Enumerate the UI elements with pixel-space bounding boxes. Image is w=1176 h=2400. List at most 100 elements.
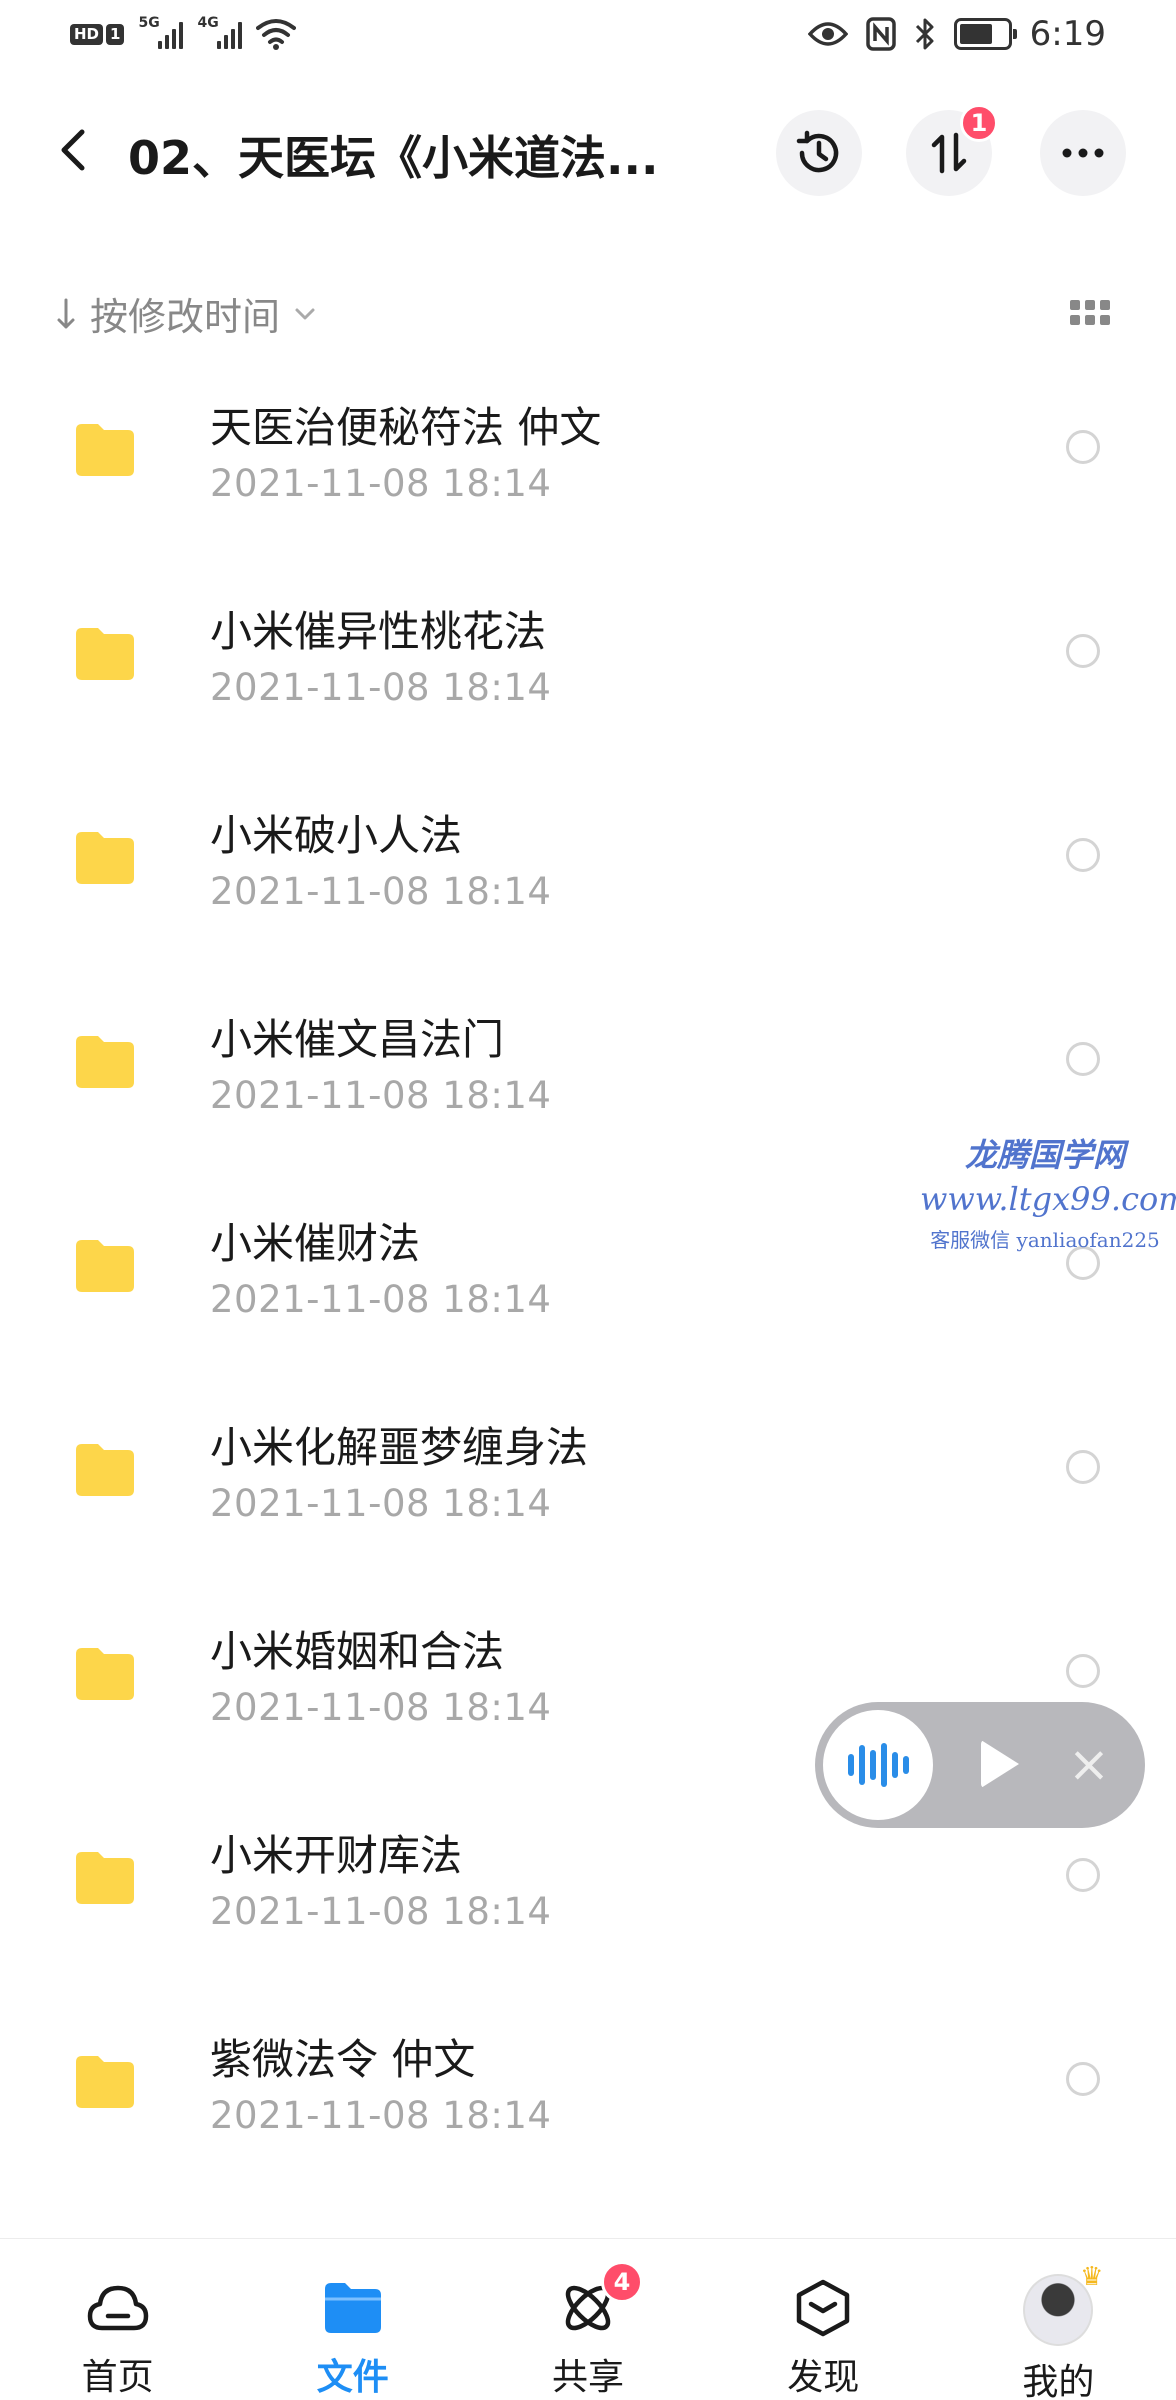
- sort-button[interactable]: 按修改时间: [56, 286, 316, 341]
- header: 02、天医坛《小米道法... 1: [0, 100, 1176, 205]
- chevron-down-icon: [295, 308, 315, 319]
- file-time: 2021-11-08 18:14: [210, 1686, 552, 1729]
- file-name: 小米婚姻和合法: [210, 1627, 505, 1676]
- select-checkbox[interactable]: [1066, 1450, 1100, 1484]
- watermark-site-name: 龙腾国学网: [964, 1136, 1125, 1174]
- file-name: 天医治便秘符法 仲文: [210, 403, 602, 452]
- select-checkbox[interactable]: [1066, 1858, 1100, 1892]
- select-checkbox[interactable]: [1066, 2062, 1100, 2096]
- transfer-button[interactable]: 1: [906, 104, 998, 196]
- eye-icon: [807, 22, 848, 46]
- transfer-badge: 1: [960, 104, 998, 142]
- cube-icon: [788, 2275, 858, 2340]
- avatar: ♛: [1023, 2262, 1103, 2346]
- bluetooth-icon: [915, 18, 934, 50]
- list-item[interactable]: 小米催异性桃花法 2021-11-08 18:14: [0, 578, 1176, 782]
- sort-bar: 按修改时间: [0, 280, 1176, 350]
- file-name: 小米化解噩梦缠身法: [210, 1423, 589, 1472]
- atom-share-icon: 4: [553, 2261, 643, 2340]
- nfc-icon: [865, 17, 896, 51]
- file-time: 2021-11-08 18:14: [210, 666, 552, 709]
- nav-files[interactable]: 文件: [235, 2239, 470, 2400]
- status-left: HD 1 5G 4G: [70, 15, 297, 50]
- chevron-left-icon: [61, 129, 85, 171]
- audio-wave-button[interactable]: [823, 1710, 933, 1820]
- watermark-contact: 客服微信 yanliaofan225: [930, 1228, 1160, 1252]
- share-badge: 4: [601, 2261, 643, 2303]
- hd-label: HD: [70, 23, 104, 45]
- file-name: 紫微法令 仲文: [210, 2035, 476, 2084]
- folder-icon: [76, 1852, 134, 1904]
- history-icon: [796, 130, 839, 173]
- play-icon[interactable]: [981, 1740, 1019, 1788]
- file-time: 2021-11-08 18:14: [210, 870, 552, 913]
- nav-share-label: 共享: [552, 2357, 625, 2398]
- history-button[interactable]: [776, 110, 862, 196]
- select-checkbox[interactable]: [1066, 838, 1100, 872]
- crown-icon: ♛: [1080, 2262, 1104, 2292]
- select-checkbox[interactable]: [1066, 430, 1100, 464]
- file-list: 天医治便秘符法 仲文 2021-11-08 18:14 小米催异性桃花法 202…: [0, 374, 1176, 2210]
- nav-mine-label: 我的: [1022, 2362, 1095, 2400]
- folder-icon: [76, 1444, 134, 1496]
- folder-icon: [76, 1240, 134, 1292]
- folder-icon: [76, 1036, 134, 1088]
- net-type-5g: 5G: [138, 15, 160, 31]
- nav-discover-label: 发现: [787, 2357, 860, 2398]
- file-time: 2021-11-08 18:14: [210, 1074, 552, 1117]
- folder-icon: [76, 832, 134, 884]
- more-icon: [1062, 148, 1104, 158]
- list-item[interactable]: 小米化解噩梦缠身法 2021-11-08 18:14: [0, 1394, 1176, 1598]
- nav-discover[interactable]: 发现: [706, 2239, 941, 2400]
- file-time: 2021-11-08 18:14: [210, 1890, 552, 1933]
- folder-icon: [76, 424, 134, 476]
- file-name: 小米开财库法: [210, 1831, 463, 1880]
- sort-label: 按修改时间: [90, 295, 281, 339]
- folder-icon: [76, 1648, 134, 1700]
- watermark-url: www.ltgx99.com: [920, 1180, 1176, 1218]
- file-name: 小米催财法: [210, 1219, 421, 1268]
- file-time: 2021-11-08 18:14: [210, 2094, 552, 2137]
- sim-label: 1: [106, 23, 125, 45]
- hd-indicator: HD 1: [70, 23, 125, 45]
- nav-mine[interactable]: ♛ 我的: [941, 2239, 1176, 2400]
- transfer-icon: [931, 132, 967, 174]
- avatar-wrapper: ♛: [1023, 2262, 1103, 2346]
- folder-icon: [76, 628, 134, 680]
- signal-5g-icon: 5G: [138, 15, 184, 49]
- floating-audio-player[interactable]: ×: [815, 1702, 1145, 1828]
- nav-home-label: 首页: [81, 2357, 154, 2398]
- status-bar: HD 1 5G 4G 6:19: [0, 0, 1176, 72]
- file-name: 小米催异性桃花法: [210, 607, 547, 656]
- battery-icon: [953, 18, 1017, 50]
- arrow-down-icon: [57, 298, 75, 328]
- files-folder-icon: [318, 2275, 388, 2340]
- wifi-icon: [256, 19, 297, 50]
- select-checkbox[interactable]: [1066, 634, 1100, 668]
- select-checkbox[interactable]: [1066, 1042, 1100, 1076]
- file-time: 2021-11-08 18:14: [210, 1482, 552, 1525]
- list-item[interactable]: 天医治便秘符法 仲文 2021-11-08 18:14: [0, 374, 1176, 578]
- page-title: 02、天医坛《小米道法...: [128, 131, 659, 185]
- file-name: 小米破小人法: [210, 811, 463, 860]
- grid-view-button[interactable]: [1070, 300, 1110, 328]
- list-item[interactable]: 小米开财库法 2021-11-08 18:14: [0, 1802, 1176, 2006]
- signal-4g-icon: 4G: [197, 15, 243, 49]
- bottom-nav: 首页 文件 4 共享 发现 ♛ 我的: [0, 2238, 1176, 2400]
- nav-share[interactable]: 4 共享: [470, 2239, 705, 2400]
- file-time: 2021-11-08 18:14: [210, 1278, 552, 1321]
- list-item[interactable]: 紫微法令 仲文 2021-11-08 18:14: [0, 2006, 1176, 2210]
- status-right: 6:19: [807, 14, 1106, 54]
- close-player-button[interactable]: ×: [1061, 1736, 1117, 1792]
- list-item[interactable]: 小米破小人法 2021-11-08 18:14: [0, 782, 1176, 986]
- cloud-icon: [83, 2275, 153, 2340]
- folder-icon: [76, 2056, 134, 2108]
- more-button[interactable]: [1040, 110, 1126, 196]
- watermark: 龙腾国学网 www.ltgx99.com 客服微信 yanliaofan225: [920, 1130, 1176, 1253]
- clock: 6:19: [1029, 14, 1106, 54]
- file-name: 小米催文昌法门: [210, 1015, 505, 1064]
- nav-home[interactable]: 首页: [0, 2239, 235, 2400]
- select-checkbox[interactable]: [1066, 1654, 1100, 1688]
- back-button[interactable]: [44, 120, 100, 180]
- net-type-4g: 4G: [197, 15, 219, 31]
